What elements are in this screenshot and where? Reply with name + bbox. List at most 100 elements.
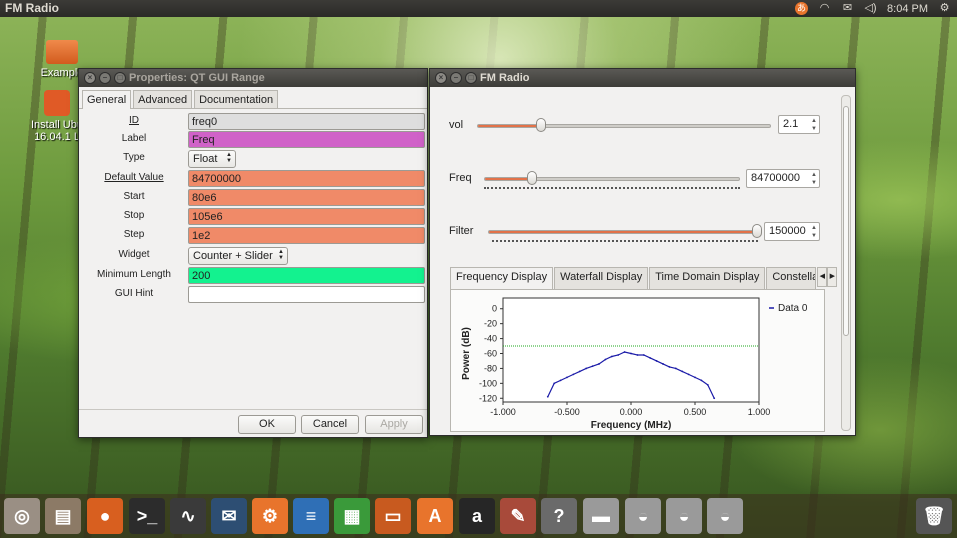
tab-constellation[interactable]: Constella [766,267,817,289]
y-tick-label: -80 [484,363,497,373]
settings-icon[interactable]: ⚙ [938,2,951,15]
filter-value: 150000 [769,225,806,237]
software-center-icon[interactable]: A [417,498,453,534]
terminal-icon[interactable]: >_ [129,498,165,534]
x-axis-label: Frequency (MHz) [591,420,672,431]
spin-arrows-icon[interactable]: ▲ ▼ [810,117,818,133]
plot-canvas[interactable] [502,297,760,403]
vol-slider-track[interactable] [477,124,771,128]
filter-spinbox[interactable]: 150000 ▲ ▼ [764,222,820,241]
filter-slider-handle[interactable] [752,224,762,238]
property-input[interactable]: freq0 [188,113,425,130]
libreoffice-impress-icon[interactable]: ▭ [375,498,411,534]
ok-button[interactable]: OK [238,415,296,434]
apply-button[interactable]: Apply [365,415,423,434]
dialog-titlebar[interactable]: × – □ Properties: QT GUI Range [79,69,427,87]
property-label: Start [123,191,145,202]
property-row: GUI Hint [79,286,429,303]
clock[interactable]: 8:04 PM [887,3,928,15]
property-label: Stop [123,210,145,221]
vertical-scrollbar[interactable] [841,95,851,431]
property-label: Widget [118,249,150,260]
minimize-icon[interactable]: – [99,72,111,84]
amazon-icon[interactable]: a [459,498,495,534]
property-label: Type [123,152,145,163]
data-point [630,352,632,355]
property-label: ID [129,115,139,126]
files-icon[interactable]: ▤ [45,498,81,534]
y-axis-label: Power (dB) [461,327,472,380]
data-point [674,367,677,370]
properties-dialog: × – □ Properties: QT GUI Range General A… [78,68,428,438]
close-icon[interactable]: × [435,72,447,84]
vol-spinbox[interactable]: 2.1 ▲ ▼ [778,115,820,134]
scrollbar-thumb[interactable] [843,106,849,336]
freq-spinbox[interactable]: 84700000 ▲ ▼ [746,169,820,188]
system-monitor-icon[interactable]: ∿ [170,498,206,534]
drive-4-icon[interactable]: ◒ [707,498,743,534]
gnuradio-icon[interactable]: ⚙ [252,498,288,534]
cancel-button[interactable]: Cancel [301,415,359,434]
filter-slider-track[interactable] [488,230,759,234]
property-row: Default Value 84700000 [79,170,429,187]
launcher-dock: ◎ ▤ ● >_ ∿ ✉ ⚙ ≡ ▦ ▭ Aa ✎? ▬ ◒ ◒ ◒ 🗑 [0,494,957,538]
tab-frequency-display[interactable]: Frequency Display [450,267,554,289]
ubuntu-dash-icon[interactable]: ◎ [4,498,40,534]
property-row: Widget Counter + Slider ▲▼ [79,247,429,265]
spin-arrows-icon[interactable]: ▲ ▼ [810,171,818,187]
spin-arrows-icon[interactable]: ▲ ▼ [810,224,818,240]
drive-3-icon[interactable]: ◒ [666,498,702,534]
freq-slider-track[interactable] [484,177,740,181]
trash-icon[interactable]: 🗑 [916,498,952,534]
property-label: Default Value [104,172,164,183]
property-label: GUI Hint [114,288,154,299]
maximize-icon[interactable]: □ [114,72,126,84]
property-input[interactable]: 105e6 [188,208,425,225]
tab-scroll-right-icon[interactable]: ▶ [827,267,838,287]
maximize-icon[interactable]: □ [465,72,477,84]
frequency-chart[interactable]: 0 -20 -40 -60 -80 -100 -120 -1.000 -0.500 0.000 0.… [451,290,824,431]
property-input[interactable]: 84700000 [188,170,425,187]
wifi-icon[interactable]: ◠ [818,2,831,15]
vol-slider-handle[interactable] [535,118,546,132]
top-panel: FM Radio あ ◠ ✉ ◁) 8:04 PM ⚙ [0,0,957,17]
drive-1-icon[interactable]: ▬ [583,498,619,534]
close-icon[interactable]: × [84,72,96,84]
desktop-icon-label: Example [40,67,84,79]
tab-waterfall-display[interactable]: Waterfall Display [554,267,649,289]
tab-general[interactable]: General [82,90,132,109]
tab-scroll-left-icon[interactable]: ◀ [817,267,828,287]
property-input[interactable] [188,286,425,303]
property-label: Step [123,229,145,240]
property-input[interactable]: 80e6 [188,189,425,206]
firefox-icon[interactable]: ● [87,498,123,534]
minimize-icon[interactable]: – [450,72,462,84]
property-input[interactable]: 200 [188,267,425,284]
tab-time-domain-display[interactable]: Time Domain Display [649,267,766,289]
gnuradio-companion-icon[interactable]: ✉ [211,498,247,534]
tab-documentation[interactable]: Documentation [194,90,279,108]
volume-icon[interactable]: ◁) [864,2,877,15]
y-tick-label: -60 [484,349,497,359]
drive-2-icon[interactable]: ◒ [625,498,661,534]
y-tick-label: -100 [479,378,497,388]
property-combo[interactable]: Counter + Slider ▲▼ [188,247,288,265]
data-point [713,397,716,400]
tab-advanced[interactable]: Advanced [133,90,193,108]
help-icon[interactable]: ? [541,498,577,534]
freq-slider-handle[interactable] [526,171,537,185]
data-point [700,379,703,382]
system-settings-icon[interactable]: ✎ [500,498,536,534]
filter-slider-fill [489,231,759,233]
property-input[interactable]: Freq [188,131,425,148]
mail-icon[interactable]: ✉ [841,2,854,15]
input-method-icon[interactable]: あ [795,2,809,15]
property-input[interactable]: 1e2 [188,227,425,244]
property-label: Minimum Length [97,269,171,280]
property-combo[interactable]: Float ▲▼ [188,150,236,168]
fm-titlebar[interactable]: × – □ FM Radio [430,69,855,87]
libreoffice-writer-icon[interactable]: ≡ [293,498,329,534]
data-point [578,370,581,373]
fm-window-title: FM Radio [480,72,530,84]
libreoffice-calc-icon[interactable]: ▦ [334,498,370,534]
